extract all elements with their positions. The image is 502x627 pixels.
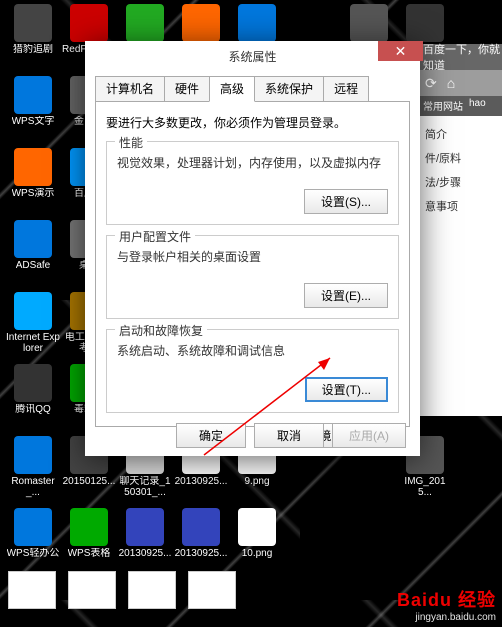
app-tile-icon: [350, 4, 388, 42]
ok-button[interactable]: 确定: [176, 423, 246, 448]
desktop-icon-label: 20130925...: [175, 476, 228, 487]
dialog-title-text: 系统属性: [228, 48, 276, 65]
dialog-titlebar[interactable]: 系统属性 ✕: [85, 41, 420, 71]
app-tile-icon: [14, 436, 52, 474]
settings-button-performance[interactable]: 设置(S)...: [304, 189, 388, 214]
system-properties-dialog: 系统属性 ✕ 计算机名硬件高级系统保护远程 要进行大多数更改，你必须作为管理员登…: [85, 41, 420, 456]
page-nav-item[interactable]: 简介: [425, 122, 496, 146]
browser-titlebar: 百度一下，你就知道: [419, 44, 502, 70]
refresh-icon[interactable]: ⟳: [425, 75, 437, 92]
app-tile-icon: [238, 508, 276, 546]
app-tile-icon: [14, 4, 52, 42]
tab-advanced[interactable]: 高级: [209, 76, 255, 102]
group-startup-recovery: 启动和故障恢复 系统启动、系统故障和调试信息 设置(T)...: [106, 329, 399, 413]
group-performance: 性能 视觉效果，处理器计划，内存使用，以及虚拟内存 设置(S)...: [106, 141, 399, 225]
app-tile-icon: [182, 4, 220, 42]
desktop-icon-label: WPS表格: [68, 548, 111, 559]
desktop-icon-label: 9.png: [244, 476, 269, 487]
desktop-icon-label: 20130925...: [119, 548, 172, 559]
app-tile-icon: [126, 508, 164, 546]
desktop-icon[interactable]: WPS演示: [6, 148, 60, 218]
thumbnail[interactable]: [188, 571, 236, 609]
desktop-icon-label: Internet Explorer: [6, 332, 60, 354]
desktop-icon-label: 猎豹追剧: [13, 44, 53, 55]
app-tile-icon: [14, 76, 52, 114]
watermark-url: jingyan.baidu.com: [397, 612, 496, 623]
tab-computer-name[interactable]: 计算机名: [95, 76, 165, 102]
watermark-brand-mid: d: [428, 590, 440, 610]
settings-button-startup[interactable]: 设置(T)...: [305, 377, 388, 402]
browser-toolbar[interactable]: ⟳ ⌂: [419, 70, 502, 96]
desktop-icon-label: 20150125...: [63, 476, 116, 487]
desktop-icon[interactable]: 猎豹追剧: [6, 4, 60, 74]
app-tile-icon: [70, 4, 108, 42]
app-tile-icon: [14, 220, 52, 258]
page-nav-item[interactable]: 意事项: [425, 194, 496, 218]
desktop-icon[interactable]: 20130925...: [118, 508, 172, 578]
browser-bookmarks-bar[interactable]: 常用网站 hao: [419, 96, 502, 116]
desktop-icon-label: 20130925...: [175, 548, 228, 559]
desktop-icon[interactable]: 20130925...: [174, 508, 228, 578]
app-tile-icon: [182, 508, 220, 546]
thumbnail[interactable]: [128, 571, 176, 609]
app-tile-icon: [126, 4, 164, 42]
tab-remote[interactable]: 远程: [323, 76, 369, 102]
admin-note: 要进行大多数更改，你必须作为管理员登录。: [106, 114, 399, 131]
app-tile-icon: [70, 508, 108, 546]
desktop-icon-label: ADSafe: [16, 260, 50, 271]
thumbnail[interactable]: [68, 571, 116, 609]
desktop-icon-label: WPS轻办公: [7, 548, 60, 559]
app-tile-icon: [14, 292, 52, 330]
bookmarks-label[interactable]: 常用网站: [423, 98, 463, 114]
desktop-icon-label: 聊天记录_150301_...: [118, 476, 172, 498]
watermark-brand-post: 经验: [458, 590, 496, 610]
tab-body-advanced: 要进行大多数更改，你必须作为管理员登录。 性能 视觉效果，处理器计划，内存使用，…: [95, 101, 410, 427]
desktop-icon[interactable]: 腾讯QQ: [6, 364, 60, 434]
desktop-icon-label: WPS演示: [12, 188, 55, 199]
apply-button[interactable]: 应用(A): [332, 423, 406, 448]
desktop-icon[interactable]: 10.png: [230, 508, 284, 578]
page-nav-item[interactable]: 件/原料: [425, 146, 496, 170]
app-tile-icon: [14, 148, 52, 186]
home-icon[interactable]: ⌂: [447, 75, 455, 91]
watermark-brand-pre: Bai: [397, 590, 428, 610]
watermark: Baidu 经验 jingyan.baidu.com: [397, 586, 496, 623]
desktop-icon-label: 10.png: [242, 548, 273, 559]
app-tile-icon: [406, 4, 444, 42]
settings-button-profile[interactable]: 设置(E)...: [304, 283, 388, 308]
desktop-icon-label: IMG_2015...: [398, 476, 452, 498]
browser-slogan: 百度一下，你就知道: [423, 41, 502, 73]
group-user-profile: 用户配置文件 与登录帐户相关的桌面设置 设置(E)...: [106, 235, 399, 319]
group-legend: 用户配置文件: [115, 228, 195, 245]
bookmark-item-hao[interactable]: hao: [469, 98, 486, 114]
tab-hardware[interactable]: 硬件: [164, 76, 210, 102]
browser-page-body: 简介 件/原料 法/步骤 意事项: [419, 116, 502, 416]
tab-strip: 计算机名硬件高级系统保护远程: [85, 75, 420, 101]
group-desc: 与登录帐户相关的桌面设置: [117, 248, 388, 265]
app-tile-icon: [14, 364, 52, 402]
desktop-icon[interactable]: WPS文字: [6, 76, 60, 146]
group-legend: 启动和故障恢复: [115, 322, 207, 339]
group-legend: 性能: [115, 134, 147, 151]
dialog-footer: 确定 取消 应用(A): [176, 423, 406, 448]
desktop-icon-label: WPS文字: [12, 116, 55, 127]
thumbnail[interactable]: [8, 571, 56, 609]
tab-system-protection[interactable]: 系统保护: [254, 76, 324, 102]
desktop-icon-label: 腾讯QQ: [15, 404, 51, 415]
app-tile-icon: [14, 508, 52, 546]
desktop-icon-label: Romaster_...: [6, 476, 60, 498]
desktop-icon[interactable]: WPS表格: [62, 508, 116, 578]
app-tile-icon: [238, 4, 276, 42]
desktop-icon[interactable]: Romaster_...: [6, 436, 60, 506]
group-desc: 视觉效果，处理器计划，内存使用，以及虚拟内存: [117, 154, 388, 171]
group-desc: 系统启动、系统故障和调试信息: [117, 342, 388, 359]
desktop-icon[interactable]: ADSafe: [6, 220, 60, 290]
close-icon[interactable]: ✕: [378, 41, 423, 61]
cancel-button[interactable]: 取消: [254, 423, 324, 448]
page-nav-item[interactable]: 法/步骤: [425, 170, 496, 194]
desktop-icon[interactable]: Internet Explorer: [6, 292, 60, 362]
desktop-icon[interactable]: WPS轻办公: [6, 508, 60, 578]
